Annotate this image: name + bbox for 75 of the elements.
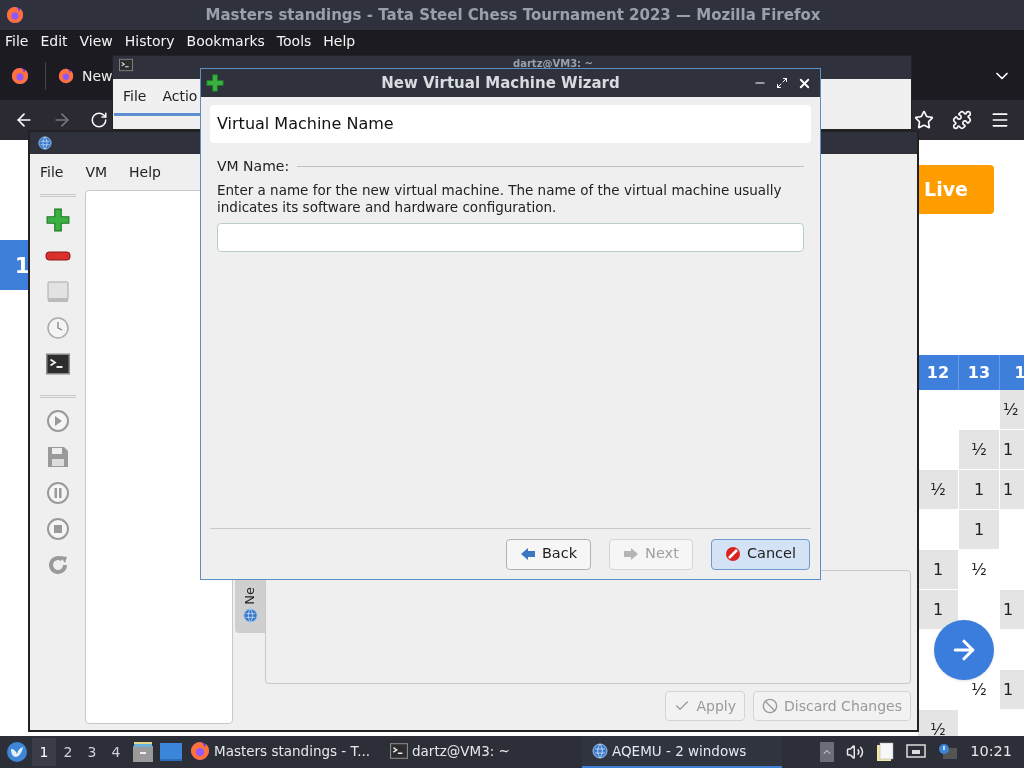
file-cabinet-icon[interactable] [132, 741, 154, 763]
table-cell: 1 [1000, 670, 1024, 709]
pause-icon[interactable] [45, 481, 70, 505]
start-menu-icon[interactable] [6, 741, 28, 763]
terminal-icon [119, 58, 133, 72]
notification-icon[interactable] [938, 743, 959, 761]
clipboard-icon[interactable] [876, 742, 895, 762]
stop-icon[interactable] [45, 517, 70, 541]
plus-icon [206, 74, 224, 92]
menu-item[interactable]: File [4, 30, 30, 52]
workspace-button[interactable]: 2 [56, 738, 80, 766]
table-cell: 1 [959, 510, 999, 549]
app-icon [38, 136, 52, 150]
browser-logo-icon [11, 67, 29, 85]
menu-item[interactable]: History [123, 30, 176, 52]
browser-logo-icon [58, 68, 74, 84]
menu-item[interactable]: File [40, 161, 64, 183]
reload-icon[interactable] [90, 111, 108, 129]
side-tab[interactable]: Ne [235, 577, 265, 633]
table-cell: 1 [918, 550, 958, 589]
browser-logo-icon [6, 6, 24, 24]
left-arrow-icon [519, 547, 536, 561]
browser-logo-icon [190, 741, 210, 761]
menu-item[interactable]: Help [322, 30, 357, 52]
menu-item[interactable]: Help [129, 161, 161, 183]
puzzle-icon[interactable] [952, 110, 972, 130]
menu-item[interactable]: Edit [39, 30, 69, 52]
table-cell: 1 [1000, 470, 1024, 509]
window-title: Masters standings - Tata Steel Chess Tournament 2023 — Mozilla Firefox [204, 4, 822, 26]
task-button[interactable]: dartz@VM3: ~ [382, 736, 582, 768]
play-icon[interactable] [45, 409, 70, 433]
terminal-icon [390, 742, 408, 760]
table-cell: ½ [918, 470, 958, 509]
task-button[interactable]: Masters standings - T... [190, 736, 382, 768]
menu-item[interactable]: VM [85, 161, 108, 183]
group-label: VM Name: [217, 157, 290, 176]
table-cell: 1 [918, 590, 958, 629]
table-cell: ½ [1000, 390, 1024, 429]
volume-icon[interactable] [846, 743, 865, 761]
plus-icon [45, 208, 70, 232]
maximize-icon[interactable] [776, 77, 788, 89]
right-arrow-icon [623, 547, 640, 561]
workspace-button[interactable]: 1 [32, 738, 56, 766]
window-title: dartz@VM3: ~ [512, 58, 594, 69]
menu-item[interactable]: Tools [275, 30, 313, 52]
table-cell: 1 [1000, 590, 1024, 629]
menu-item[interactable]: Actio [162, 85, 198, 107]
browser-tab[interactable]: New [58, 65, 113, 87]
cancel-icon [762, 698, 778, 714]
task-button[interactable]: AQEMU - 2 windows [582, 736, 782, 768]
menu-item[interactable]: Bookmarks [185, 30, 266, 52]
menu-item[interactable]: View [78, 30, 114, 52]
wizard-header: Virtual Machine Name [210, 105, 811, 143]
workspace-button[interactable]: 4 [104, 738, 128, 766]
minus-icon[interactable] [44, 251, 71, 261]
desktop-icon[interactable] [160, 742, 182, 762]
menu-icon[interactable] [990, 110, 1010, 130]
cancel-button[interactable]: Cancel [710, 538, 810, 570]
table-cell: ½ [959, 430, 999, 469]
vm-name-field[interactable] [217, 223, 804, 252]
tray-expand-button[interactable] [820, 742, 835, 762]
globe-icon [242, 608, 258, 624]
menu-item[interactable]: File [123, 85, 147, 107]
table-cell: 1 [959, 470, 999, 509]
workspace-button[interactable]: 3 [80, 738, 104, 766]
back-button[interactable]: Back [505, 538, 592, 570]
cancel-icon [724, 546, 741, 562]
star-icon[interactable] [914, 110, 934, 130]
table-cell: 1 [1000, 430, 1024, 469]
globe-icon [592, 743, 608, 759]
network-icon[interactable] [906, 743, 927, 761]
description-text: Enter a name for the new virtual machine. The name of the virtual machine usually indicates its software and hardware configuration. [216, 182, 783, 216]
window-title: New Virtual Machine Wizard [380, 72, 621, 94]
terminal-icon [45, 352, 70, 376]
clock: 10:21 [970, 742, 1013, 762]
